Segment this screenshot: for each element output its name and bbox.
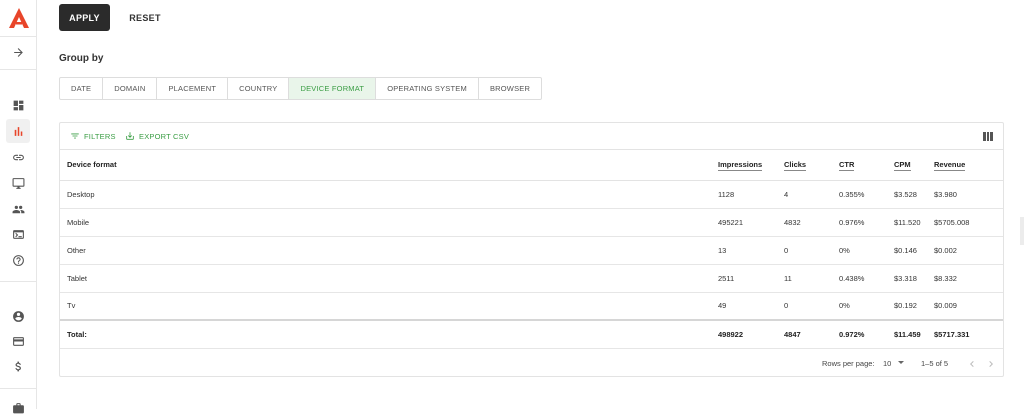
terminal-icon[interactable] [6,222,30,246]
report-table: Device format Impressions Clicks CTR CPM… [60,150,1003,349]
monitor-icon[interactable] [6,171,30,195]
report-card: FILTERS EXPORT CSV Device format Impress… [59,122,1004,377]
tab-device-format[interactable]: DEVICE FORMAT [289,78,377,99]
tab-date[interactable]: DATE [60,78,104,99]
rows-per-page-label: Rows per page: [822,359,875,368]
arrow-right-icon[interactable] [6,40,30,64]
header-revenue[interactable]: Revenue [934,150,1003,181]
sidebar-divider [0,69,37,70]
logo-a-icon[interactable] [8,7,30,29]
rows-per-page-select[interactable]: 10 [883,359,891,368]
tab-country[interactable]: COUNTRY [228,78,290,99]
download-icon [126,132,134,140]
tab-browser[interactable]: BROWSER [479,78,541,99]
apply-button[interactable]: APPLY [59,4,110,31]
header-device-format[interactable]: Device format [60,150,718,181]
people-icon[interactable] [6,197,30,221]
filters-button[interactable]: FILTERS [70,131,116,141]
dollar-icon[interactable] [6,354,30,378]
header-cpm[interactable]: CPM [894,150,934,181]
group-by-label: Group by [59,53,104,64]
account-icon[interactable] [6,304,30,328]
scrollbar-edge[interactable] [1020,217,1024,245]
sidebar-divider [0,36,37,37]
table-toolbar: FILTERS EXPORT CSV [60,123,1003,150]
tab-placement[interactable]: PLACEMENT [157,78,229,99]
link-icon[interactable] [6,145,30,169]
table-header-row: Device format Impressions Clicks CTR CPM… [60,150,1003,181]
export-label: EXPORT CSV [139,131,190,141]
table-row: Tv 49 0 0% $0.192 $0.009 [60,292,1003,321]
table-row: Tablet 2511 11 0.438% $3.318 $8.332 [60,264,1003,293]
export-csv-button[interactable]: EXPORT CSV [125,131,189,141]
columns-icon[interactable] [983,132,994,141]
sidebar [0,0,37,413]
caret-down-icon[interactable] [898,361,904,364]
group-by-tabs: DATE DOMAIN PLACEMENT COUNTRY DEVICE FOR… [59,77,543,100]
pagination-range: 1–5 of 5 [921,359,949,368]
dashboard-icon[interactable] [6,93,30,117]
chevron-left-icon[interactable] [966,357,978,369]
header-impressions[interactable]: Impressions [718,150,784,181]
tab-operating-system[interactable]: OPERATING SYSTEM [376,78,479,99]
table-total-row: Total: 498922 4847 0.972% $11.459 $5717.… [60,319,1003,349]
filter-icon [71,133,79,139]
header-clicks[interactable]: Clicks [784,150,839,181]
card-icon[interactable] [6,329,30,353]
settings-icon[interactable] [6,396,30,420]
filters-label: FILTERS [84,131,116,141]
reset-button[interactable]: RESET [124,4,166,31]
sidebar-divider [0,281,37,282]
sidebar-divider [0,388,37,389]
help-icon[interactable] [6,248,30,272]
table-row: Other 13 0 0% $0.146 $0.002 [60,236,1003,265]
bar-chart-icon[interactable] [6,119,30,143]
table-row: Mobile 495221 4832 0.976% $11.520 $5705.… [60,208,1003,237]
tab-domain[interactable]: DOMAIN [103,78,158,99]
chevron-right-icon[interactable] [985,357,997,369]
table-row: Desktop 1128 4 0.355% $3.528 $3.980 [60,180,1003,209]
header-ctr[interactable]: CTR [839,150,894,181]
pagination: Rows per page: 10 1–5 of 5 [60,350,1003,377]
